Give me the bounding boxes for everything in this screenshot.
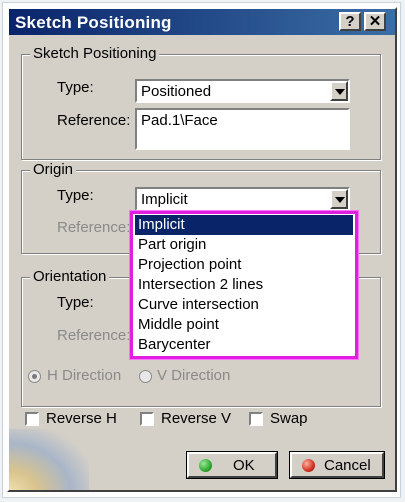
combo-value: Positioned bbox=[141, 83, 212, 100]
reverse-v-checkbox[interactable] bbox=[140, 412, 154, 426]
ok-label: OK bbox=[233, 457, 255, 474]
group-title: Origin bbox=[30, 161, 77, 178]
dropdown-option[interactable]: Part origin bbox=[135, 235, 353, 255]
reference-field[interactable]: Pad.1\Face bbox=[135, 108, 350, 150]
decorative-corner-image bbox=[9, 429, 89, 490]
reverse-h-checkbox[interactable] bbox=[25, 412, 39, 426]
type-label: Type: bbox=[57, 187, 94, 204]
swap-checkbox[interactable] bbox=[249, 412, 263, 426]
group-title: Orientation bbox=[30, 268, 110, 285]
swap-label: Swap bbox=[270, 410, 308, 427]
window-title: Sketch Positioning bbox=[15, 13, 172, 32]
h-direction-label: H Direction bbox=[47, 367, 122, 384]
combo-value: Implicit bbox=[141, 191, 188, 208]
close-button[interactable]: ✕ bbox=[364, 12, 386, 31]
reverse-h-label: Reverse H bbox=[46, 410, 117, 427]
cancel-button[interactable]: Cancel bbox=[289, 451, 385, 479]
dropdown-option[interactable]: Barycenter bbox=[135, 335, 353, 355]
origin-type-dropdown-list[interactable]: Implicit Part origin Projection point In… bbox=[130, 211, 358, 359]
cancel-icon bbox=[302, 459, 315, 472]
reference-label: Reference: bbox=[57, 219, 131, 236]
ok-icon bbox=[199, 459, 212, 472]
title-bar[interactable]: Sketch Positioning ? ✕ bbox=[9, 9, 395, 35]
cancel-label: Cancel bbox=[324, 457, 371, 474]
dropdown-option[interactable]: Intersection 2 lines bbox=[135, 275, 353, 295]
v-direction-label: V Direction bbox=[157, 367, 231, 384]
reference-value: Pad.1\Face bbox=[141, 112, 218, 129]
dropdown-option[interactable]: Projection point bbox=[135, 255, 353, 275]
chevron-down-icon[interactable] bbox=[330, 81, 348, 101]
chevron-down-icon[interactable] bbox=[330, 189, 348, 209]
reverse-v-label: Reverse V bbox=[161, 410, 232, 427]
type-label: Type: bbox=[57, 79, 94, 96]
origin-type-combo[interactable]: Implicit bbox=[135, 187, 350, 211]
ok-button[interactable]: OK bbox=[186, 451, 278, 479]
h-direction-radio[interactable] bbox=[28, 370, 41, 383]
positioning-type-combo[interactable]: Positioned bbox=[135, 79, 350, 103]
sketch-positioning-dialog: Sketch Positioning ? ✕ Sketch Positionin… bbox=[7, 7, 397, 492]
reference-label: Reference: bbox=[57, 112, 131, 129]
help-button[interactable]: ? bbox=[339, 12, 361, 31]
group-title: Sketch Positioning bbox=[30, 45, 160, 62]
reference-label: Reference: bbox=[57, 327, 131, 344]
dropdown-option[interactable]: Implicit bbox=[135, 215, 353, 235]
dropdown-option[interactable]: Curve intersection bbox=[135, 295, 353, 315]
v-direction-radio[interactable] bbox=[139, 370, 152, 383]
dropdown-option[interactable]: Middle point bbox=[135, 315, 353, 335]
type-label: Type: bbox=[57, 294, 94, 311]
